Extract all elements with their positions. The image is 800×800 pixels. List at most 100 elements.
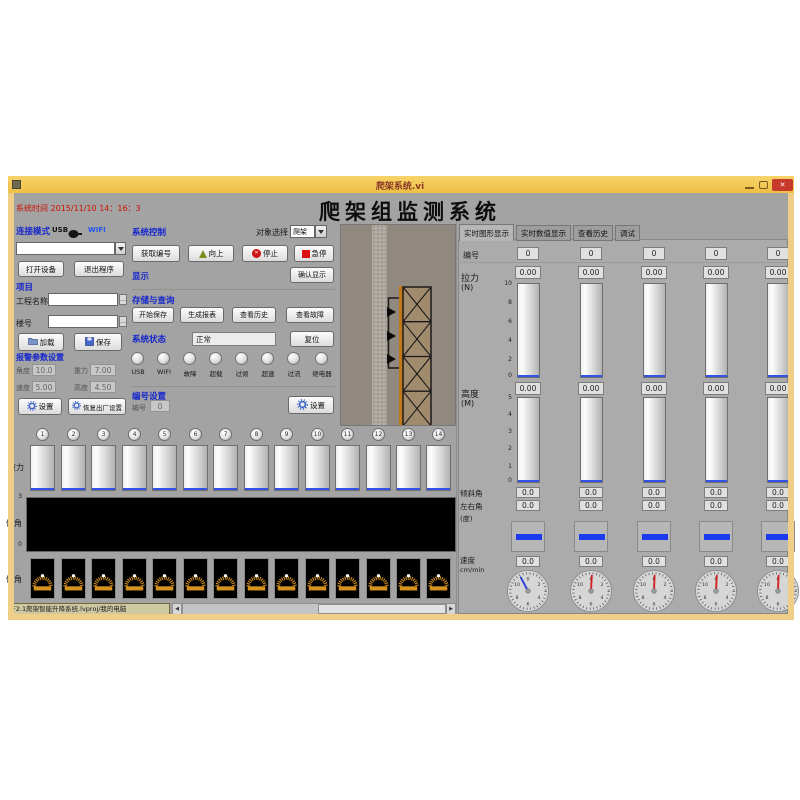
fault-button[interactable]: 查看故障 (286, 307, 334, 323)
channel-force-tank (213, 445, 238, 491)
led-overload (209, 352, 222, 365)
tab-debug[interactable]: 调试 (615, 225, 640, 241)
object-select-arrow[interactable] (315, 225, 327, 238)
scrollbar-thumb[interactable] (318, 604, 446, 614)
height-unit-label: (M) (461, 399, 474, 408)
svg-text:8: 8 (765, 595, 768, 601)
led-label-wifi: WIFI (150, 368, 178, 376)
tilt-front-label: 倾斜角 (460, 488, 483, 499)
force-scale-tick: 6 (494, 318, 512, 325)
speed-display: 0.0 (642, 556, 666, 567)
section-display: 显示 (132, 270, 149, 282)
estop-button-label: 急停 (312, 248, 327, 259)
stop-icon (252, 249, 261, 258)
start-save-button[interactable]: 开始保存 (132, 307, 174, 323)
tilt-side-display: 0.0 (579, 500, 603, 511)
gear-icon (297, 399, 308, 412)
reset-button[interactable]: 复位 (290, 331, 334, 347)
minimize-button[interactable] (745, 187, 754, 189)
height-scale-tick: 0 (494, 477, 512, 484)
channel-force-tank (91, 445, 116, 491)
tilt-level-indicator (574, 521, 608, 552)
channel-force-tank (426, 445, 451, 491)
history-button[interactable]: 查看历史 (232, 307, 276, 323)
window-frame-left (8, 193, 14, 620)
channel-number: 7 (219, 428, 232, 441)
chevron-down-icon (318, 230, 324, 234)
led-overcurrent (287, 352, 300, 365)
channel-number: 14 (432, 428, 445, 441)
led-relay (315, 352, 328, 365)
force-tank (643, 283, 666, 378)
project-name-browse-button[interactable] (119, 294, 127, 305)
force-scale-tick: 0 (494, 372, 512, 379)
speed-gauge: 0 2 4 6 8 10 (569, 569, 613, 617)
svg-text:10: 10 (640, 582, 646, 588)
height-display: 0.00 (515, 382, 541, 395)
force-scale-tick: 10 (494, 280, 512, 287)
svg-text:0: 0 (526, 576, 529, 582)
force-tank (517, 283, 540, 378)
up-button[interactable]: 向上 (188, 245, 234, 262)
folder-icon (28, 337, 38, 347)
stop-button[interactable]: 停止 (242, 245, 288, 262)
channel-force-tank (335, 445, 360, 491)
speed-gauge: 0 2 4 6 8 10 (632, 569, 676, 617)
channel-force-tank (61, 445, 86, 491)
load-button[interactable]: 加载 (18, 333, 64, 351)
emergency-stop-button[interactable]: 急停 (294, 245, 334, 262)
system-time: 系统时间 2015/11/10 14：16：3 (16, 203, 141, 214)
force-scale-tick: 2 (494, 356, 512, 363)
force-unit-label: (N) (461, 283, 473, 292)
maximize-button[interactable] (759, 181, 768, 189)
tab-view-history[interactable]: 查看历史 (573, 225, 613, 241)
usb-icon (68, 224, 83, 243)
save-button[interactable]: 保存 (74, 333, 122, 351)
svg-text:8: 8 (578, 595, 581, 601)
building-browse-button[interactable] (119, 316, 127, 327)
tilt-level-bar (704, 534, 730, 540)
tab-realtime-values[interactable]: 实时数值显示 (516, 225, 571, 241)
speed-limit-label: 速度 (16, 383, 30, 393)
svg-text:8: 8 (641, 595, 644, 601)
id-field[interactable]: 0 (150, 400, 170, 412)
channel-number: 1 (36, 428, 49, 441)
height-tank (643, 397, 666, 483)
object-select-value: 爬架 (293, 227, 307, 237)
unit-id-display: 0 (705, 247, 727, 260)
force-limit-label: 重力 (74, 366, 88, 376)
report-button[interactable]: 生成报表 (180, 307, 224, 323)
settings-button-label: 设置 (39, 401, 54, 412)
id-set-button[interactable]: 设置 (288, 396, 334, 414)
svg-text:4: 4 (600, 595, 603, 601)
exit-button[interactable]: 退出程序 (74, 261, 124, 277)
height-scale-tick: 3 (494, 428, 512, 435)
building-input[interactable] (48, 315, 118, 328)
tilt-side-display: 0.0 (516, 500, 540, 511)
svg-text:2: 2 (725, 582, 728, 588)
window-frame-bottom (8, 614, 794, 620)
project-name-input[interactable] (48, 293, 118, 306)
object-select[interactable]: 爬架 (290, 225, 315, 238)
factory-reset-button[interactable]: 恢复出厂设置 (68, 398, 126, 415)
settings-button[interactable]: 设置 (18, 398, 62, 415)
tilt-level-indicator (637, 521, 671, 552)
height-tank (517, 397, 540, 483)
save-button-label: 保存 (96, 337, 111, 348)
channel-force-tank (274, 445, 299, 491)
svg-text:10: 10 (577, 582, 583, 588)
device-select[interactable] (16, 242, 115, 255)
close-button[interactable] (772, 179, 793, 191)
unit-id-display: 0 (643, 247, 665, 260)
led-label-overspeed: 超速 (254, 368, 282, 378)
tilt-level-indicator (699, 521, 733, 552)
open-device-button[interactable]: 打开设备 (18, 261, 64, 277)
device-select-arrow[interactable] (115, 242, 126, 255)
channel-tilt-indicator (152, 558, 177, 599)
get-id-button[interactable]: 获取编号 (132, 245, 180, 262)
confirm-display-button[interactable]: 确认显示 (290, 267, 334, 283)
scaffold-diagram (340, 224, 456, 426)
svg-text:6: 6 (589, 601, 592, 607)
unit-id-display: 0 (580, 247, 602, 260)
tab-realtime-graph[interactable]: 实时图形显示 (459, 224, 514, 241)
